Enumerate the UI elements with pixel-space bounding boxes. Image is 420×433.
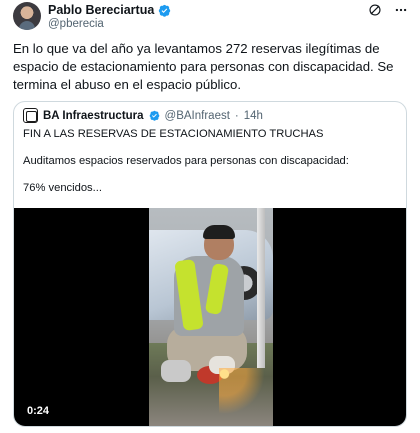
more-options-icon[interactable] xyxy=(394,3,408,17)
video-pole xyxy=(257,208,265,368)
quoted-text-line-1: FIN A LAS RESERVAS DE ESTACIONAMIENTO TR… xyxy=(23,128,324,140)
quoted-text-line-3: 76% vencidos... xyxy=(23,182,102,194)
verified-badge-icon xyxy=(159,4,171,17)
video-sparks xyxy=(219,368,273,426)
video-duration: 0:24 xyxy=(27,405,50,417)
quoted-author-name[interactable]: BA Infraestructura xyxy=(43,110,144,122)
video-frame xyxy=(149,208,273,426)
video-worker-shoe xyxy=(161,360,191,382)
grok-icon[interactable] xyxy=(368,3,382,17)
video-player[interactable]: 0:24 xyxy=(14,208,406,426)
quoted-author-avatar[interactable] xyxy=(23,108,38,123)
verified-badge-icon xyxy=(149,110,159,121)
quoted-timestamp[interactable]: 14h xyxy=(244,110,263,122)
video-worker-hair xyxy=(203,225,235,239)
author-name[interactable]: Pablo Bereciartua xyxy=(48,3,154,17)
meta-separator: · xyxy=(234,109,239,122)
tweet-actions-top xyxy=(368,3,408,17)
quoted-tweet[interactable]: BA Infraestructura @BAInfraest · 14h FIN… xyxy=(13,101,407,427)
tweet: Pablo Bereciartua @pberecia En lo que va… xyxy=(0,0,420,433)
author-line: Pablo Bereciartua xyxy=(48,3,171,17)
quoted-tweet-header: BA Infraestructura @BAInfraest · 14h xyxy=(23,108,263,123)
quoted-author-handle[interactable]: @BAInfraest xyxy=(165,110,230,122)
quoted-text-line-2: Auditamos espacios reservados para perso… xyxy=(23,155,349,167)
tweet-text: En lo que va del año ya levantamos 272 r… xyxy=(13,41,394,92)
author-handle[interactable]: @pberecia xyxy=(48,18,104,30)
author-avatar[interactable] xyxy=(13,2,41,30)
